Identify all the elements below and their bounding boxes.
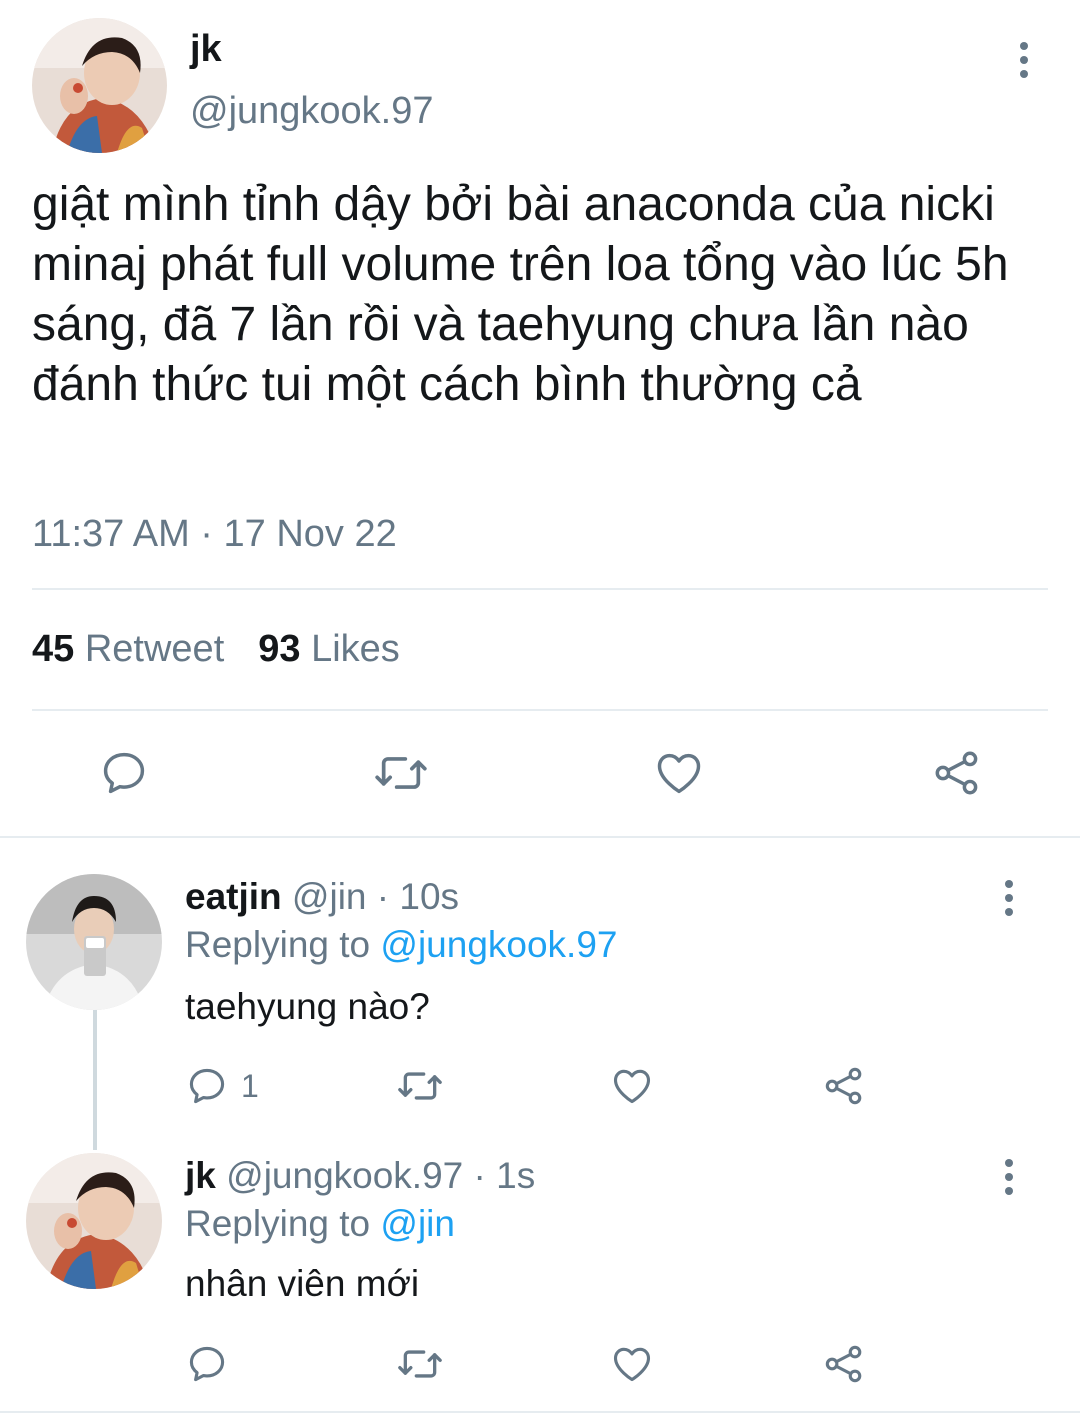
- reply-button[interactable]: [185, 1340, 229, 1388]
- main-author-name[interactable]: jk: [190, 28, 222, 71]
- divider: [32, 588, 1048, 590]
- replying-to-link[interactable]: @jungkook.97: [380, 924, 617, 965]
- replying-to-link[interactable]: @jin: [380, 1203, 455, 1244]
- like-button[interactable]: [650, 744, 708, 802]
- divider: [32, 709, 1048, 711]
- reply-header: eatjin @jin · 10s: [185, 876, 459, 918]
- reply-kebab-menu-icon[interactable]: [1002, 1159, 1016, 1195]
- retweet-icon: [398, 1072, 442, 1100]
- like-button[interactable]: [608, 1340, 656, 1388]
- retweet-button[interactable]: [370, 744, 432, 802]
- reply-kebab-menu-icon[interactable]: [1002, 880, 1016, 916]
- replying-to-line: Replying to @jungkook.97: [185, 924, 618, 966]
- reply-author-name[interactable]: eatjin: [185, 876, 282, 917]
- reply-avatar[interactable]: [26, 1153, 162, 1289]
- reply-meta: @jin · 10s: [291, 876, 460, 917]
- replying-prefix: Replying to: [185, 1203, 371, 1244]
- retweet-count: 45: [32, 628, 75, 670]
- reply-text: nhân viên mới: [185, 1263, 420, 1304]
- reply-icon: [189, 1346, 225, 1382]
- tweet-stats: 45 Retweet 93 Likes: [32, 628, 400, 671]
- share-icon: [825, 1067, 862, 1105]
- share-button[interactable]: [928, 744, 986, 802]
- like-icon: [613, 1069, 651, 1104]
- main-kebab-menu-icon[interactable]: [1017, 42, 1031, 78]
- reply-button[interactable]: 1: [185, 1062, 259, 1110]
- reply-text: taehyung nào?: [185, 986, 430, 1027]
- like-button[interactable]: [608, 1062, 656, 1110]
- reply-count: 1: [241, 1067, 259, 1104]
- retweet-stat[interactable]: 45 Retweet: [32, 628, 224, 671]
- thread-line: [93, 1010, 97, 1150]
- retweet-icon: [398, 1350, 442, 1378]
- share-button[interactable]: [820, 1062, 868, 1110]
- tweet-timestamp: 11:37 AM · 17 Nov 22: [32, 513, 397, 555]
- like-stat[interactable]: 93 Likes: [258, 628, 400, 671]
- reply-meta: @jungkook.97 · 1s: [226, 1155, 536, 1196]
- retweet-icon: [375, 757, 427, 789]
- retweet-button[interactable]: [393, 1340, 447, 1388]
- like-count: 93: [258, 628, 301, 670]
- reply-avatar[interactable]: [26, 874, 162, 1010]
- retweet-button[interactable]: [393, 1062, 447, 1110]
- bottom-divider: [0, 1411, 1080, 1413]
- main-author-handle[interactable]: @jungkook.97: [190, 90, 434, 133]
- replying-to-line: Replying to @jin: [185, 1203, 455, 1245]
- retweet-label: Retweet: [84, 628, 225, 670]
- like-icon: [613, 1347, 651, 1382]
- reply-header: jk @jungkook.97 · 1s: [185, 1155, 535, 1197]
- reply-icon: [189, 1068, 225, 1104]
- like-label: Likes: [311, 628, 400, 670]
- reply-button[interactable]: [95, 744, 153, 802]
- section-divider: [0, 836, 1080, 838]
- reply-author-name[interactable]: jk: [185, 1155, 216, 1196]
- share-icon: [825, 1345, 862, 1383]
- share-icon: [935, 751, 978, 795]
- share-button[interactable]: [820, 1340, 868, 1388]
- replying-prefix: Replying to: [185, 924, 371, 965]
- tweet-text: giật mình tỉnh dậy bởi bài anaconda của …: [32, 178, 1009, 411]
- like-icon: [657, 753, 701, 794]
- reply-icon: [103, 752, 145, 794]
- main-author-avatar[interactable]: [32, 18, 167, 153]
